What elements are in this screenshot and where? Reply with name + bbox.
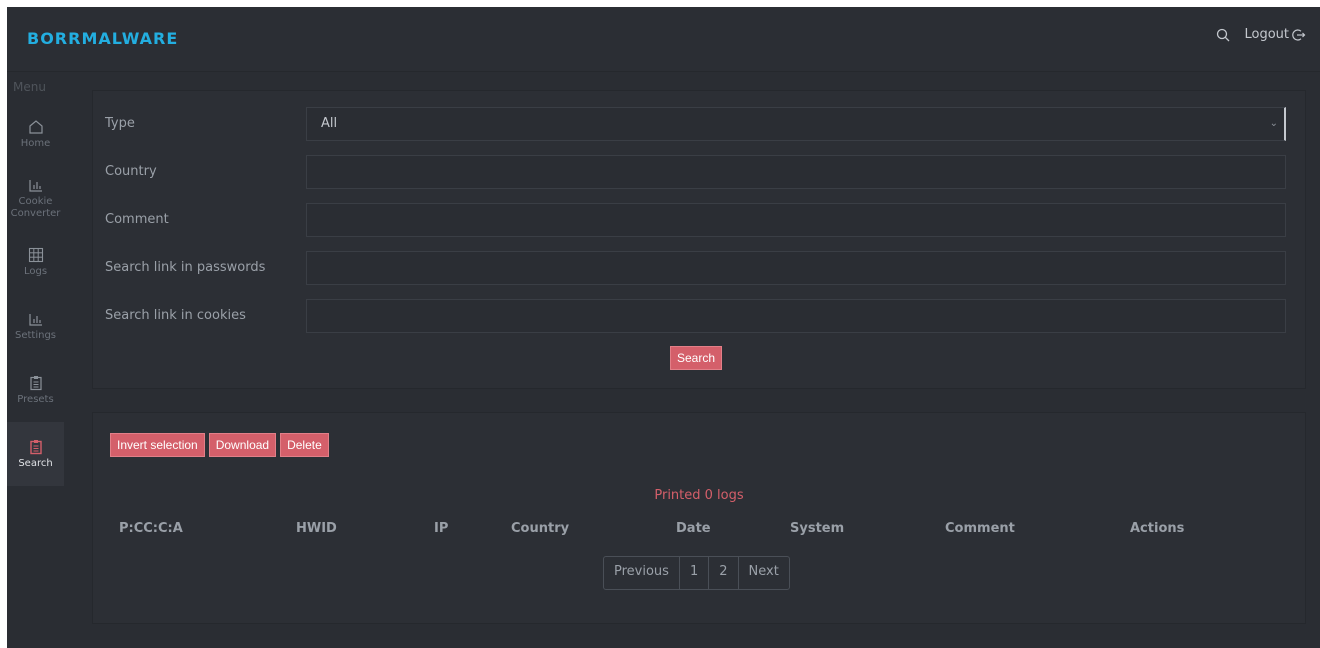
clipboard-icon (29, 376, 42, 391)
sidebar: Menu Home Cookie Converter Logs Settings… (7, 72, 65, 648)
table-header: P:CC:C:A HWID IP Country Date System Com… (93, 521, 1305, 541)
menu-title: Menu (13, 80, 46, 94)
type-label: Type (105, 116, 135, 131)
column-header-country[interactable]: Country (511, 521, 569, 536)
comment-row: Comment (105, 203, 1288, 239)
filter-panel: Type All ⌄ Country Comment Search link i… (92, 90, 1306, 389)
column-header-actions[interactable]: Actions (1130, 521, 1184, 536)
sidebar-item-presets[interactable]: Presets (7, 358, 64, 422)
pagination-page-1[interactable]: 1 (680, 557, 710, 589)
sidebar-item-label: Logs (23, 266, 48, 277)
cookies-label: Search link in cookies (105, 308, 246, 323)
passwords-label: Search link in passwords (105, 260, 266, 275)
sidebar-item-home[interactable]: Home (7, 102, 64, 166)
cookies-link-input[interactable] (306, 299, 1286, 333)
clipboard-icon (29, 440, 42, 455)
sidebar-item-label: Home (20, 138, 51, 149)
logout-label: Logout (1244, 27, 1289, 42)
passwords-row: Search link in passwords (105, 251, 1288, 287)
pagination-next[interactable]: Next (739, 557, 789, 589)
chart-icon (28, 314, 42, 326)
delete-button[interactable]: Delete (280, 433, 329, 457)
sidebar-item-cookie-converter[interactable]: Cookie Converter (7, 166, 64, 230)
sidebar-item-label: Presets (17, 394, 54, 405)
brand-logo[interactable]: BORRMALWARE (27, 29, 178, 48)
column-header-date[interactable]: Date (676, 521, 711, 536)
column-header-ip[interactable]: IP (434, 521, 448, 536)
country-label: Country (105, 164, 157, 179)
sidebar-item-settings[interactable]: Settings (7, 294, 64, 358)
search-button[interactable]: Search (670, 346, 723, 370)
search-icon[interactable] (1216, 28, 1230, 42)
pagination: Previous 1 2 Next (603, 556, 790, 590)
chevron-down-icon: ⌄ (1269, 118, 1278, 129)
country-row: Country (105, 155, 1288, 191)
country-input[interactable] (306, 155, 1286, 189)
logout-icon (1292, 28, 1306, 42)
grid-icon (28, 247, 43, 263)
download-button[interactable]: Download (208, 433, 277, 457)
sidebar-item-label: Settings (14, 330, 56, 341)
status-text: Printed 0 logs (654, 488, 744, 503)
type-select[interactable]: All ⌄ (306, 107, 1286, 141)
column-header-system[interactable]: System (790, 521, 844, 536)
sidebar-item-label: Search (18, 458, 53, 469)
type-selected-value: All (321, 116, 338, 131)
sidebar-item-label: Cookie Converter (10, 196, 61, 219)
top-bar: BORRMALWARE Logout (7, 7, 1320, 72)
home-icon (28, 120, 43, 134)
passwords-link-input[interactable] (306, 251, 1286, 285)
chart-icon (28, 180, 42, 192)
sidebar-item-search[interactable]: Search (7, 422, 64, 486)
app-window: BORRMALWARE Logout Menu Home Cookie Conv… (7, 7, 1320, 648)
sidebar-item-logs[interactable]: Logs (7, 230, 64, 294)
column-header-hwid[interactable]: HWID (296, 521, 337, 536)
pagination-previous[interactable]: Previous (604, 557, 680, 589)
logout-button[interactable]: Logout (1244, 27, 1306, 42)
column-header-comment[interactable]: Comment (945, 521, 1015, 536)
comment-label: Comment (105, 212, 169, 227)
comment-input[interactable] (306, 203, 1286, 237)
results-panel: Invert selection Download Delete Printed… (92, 412, 1306, 624)
pagination-page-2[interactable]: 2 (709, 557, 739, 589)
type-row: Type All ⌄ (105, 107, 1288, 143)
action-buttons: Invert selection Download Delete (110, 433, 329, 457)
invert-selection-button[interactable]: Invert selection (110, 433, 205, 457)
main-content: Type All ⌄ Country Comment Search link i… (64, 72, 1320, 648)
cookies-row: Search link in cookies (105, 299, 1288, 335)
column-header-pccca[interactable]: P:CC:C:A (119, 521, 183, 536)
